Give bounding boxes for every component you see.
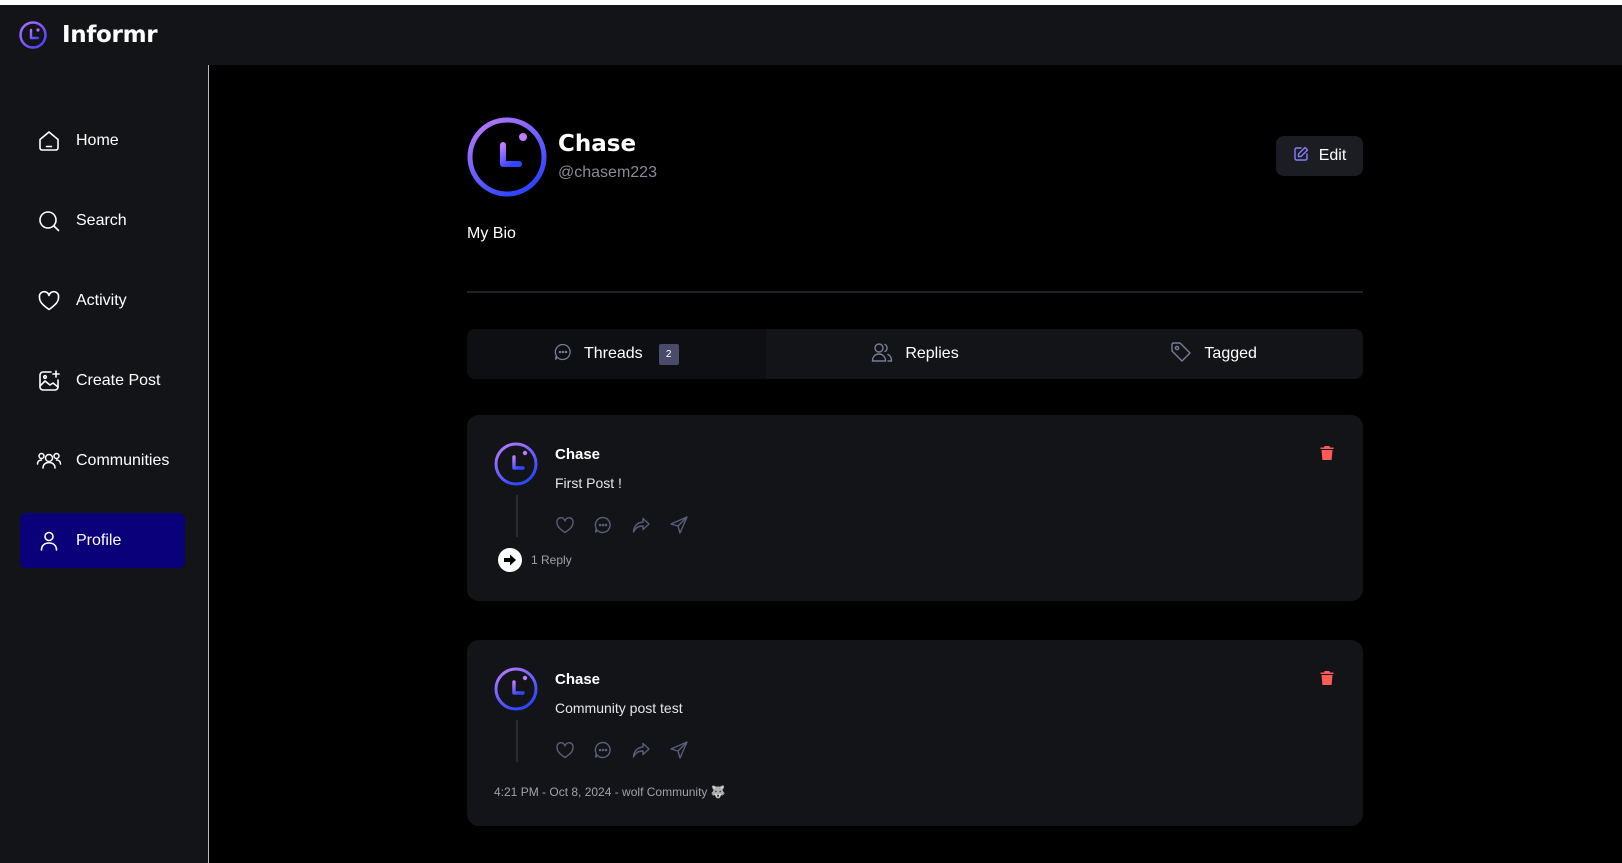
tab-label: Replies [905,345,959,362]
post-author[interactable]: Chase [555,446,600,463]
post-text: Community post test [555,700,683,716]
delete-icon[interactable] [1319,444,1335,462]
sidebar-item-label: Activity [76,291,127,309]
avatar[interactable] [467,117,547,197]
thread-line [516,495,518,537]
divider [467,291,1363,293]
delete-icon[interactable] [1319,669,1335,687]
like-heart-icon[interactable] [555,740,575,760]
sidebar-item-create-post[interactable]: Create Post [20,353,185,408]
thread-card: Chase First Post ! 1 Reply [467,415,1363,601]
logo-icon[interactable] [18,20,48,50]
home-icon [36,128,62,154]
avatar[interactable] [494,442,538,486]
repost-icon[interactable] [631,515,651,535]
avatar[interactable] [494,667,538,711]
repost-icon[interactable] [631,740,651,760]
tab-label: Threads [583,345,643,362]
post-author[interactable]: Chase [555,671,600,688]
thread-line [516,720,518,762]
tab-threads[interactable]: Threads 2 [467,329,766,379]
reply-icon[interactable] [593,515,613,535]
sidebar-item-home[interactable]: Home [20,113,185,168]
heart-icon [36,288,62,314]
sidebar-item-label: Home [76,131,119,149]
communities-icon [36,448,62,474]
top-bar: Informr [0,5,1622,65]
chat-bubble-icon [554,343,572,366]
profile-name: Chase [558,131,637,157]
sidebar-item-label: Profile [76,531,122,549]
post-actions [555,740,689,760]
tag-icon [1170,341,1192,368]
replies-link[interactable]: 1 Reply [498,548,572,572]
tab-tagged[interactable]: Tagged [1064,329,1363,379]
sidebar-item-label: Communities [76,451,170,469]
edit-profile-button[interactable]: Edit [1276,136,1363,176]
post-meta[interactable]: 4:21 PM - Oct 8, 2024 - wolf Community 🐺 [494,785,726,799]
search-icon [36,208,62,234]
sidebar-item-profile[interactable]: Profile [20,513,185,568]
profile-handle: @chasem223 [558,164,657,181]
tab-label: Tagged [1204,345,1257,362]
threads-count-badge: 2 [658,343,679,365]
profile-bio: My Bio [467,225,516,242]
user-icon [36,528,62,554]
reply-icon[interactable] [593,740,613,760]
sidebar-item-label: Create Post [76,371,161,389]
create-post-icon [36,368,62,394]
tab-replies[interactable]: Replies [766,329,1065,379]
profile-tabs: Threads 2 Replies Tagged [467,329,1363,379]
sidebar-item-search[interactable]: Search [20,193,185,248]
edit-icon [1293,146,1309,167]
app-name[interactable]: Informr [62,22,158,48]
members-icon [871,341,893,368]
like-heart-icon[interactable] [555,515,575,535]
thread-card: Chase Community post test 4:21 PM - Oct … [467,640,1363,826]
post-actions [555,515,689,535]
edit-label: Edit [1318,147,1347,164]
profile-header: Chase @chasem223 Edit [467,117,1363,199]
sidebar-item-activity[interactable]: Activity [20,273,185,328]
post-text: First Post ! [555,475,622,491]
arrow-right-icon [498,548,522,572]
sidebar: Home Search Activity Create Post Communi… [0,65,209,863]
share-send-icon[interactable] [669,515,689,535]
sidebar-item-label: Search [76,211,127,229]
reply-count: 1 Reply [531,553,572,567]
share-send-icon[interactable] [669,740,689,760]
sidebar-item-communities[interactable]: Communities [20,433,185,488]
